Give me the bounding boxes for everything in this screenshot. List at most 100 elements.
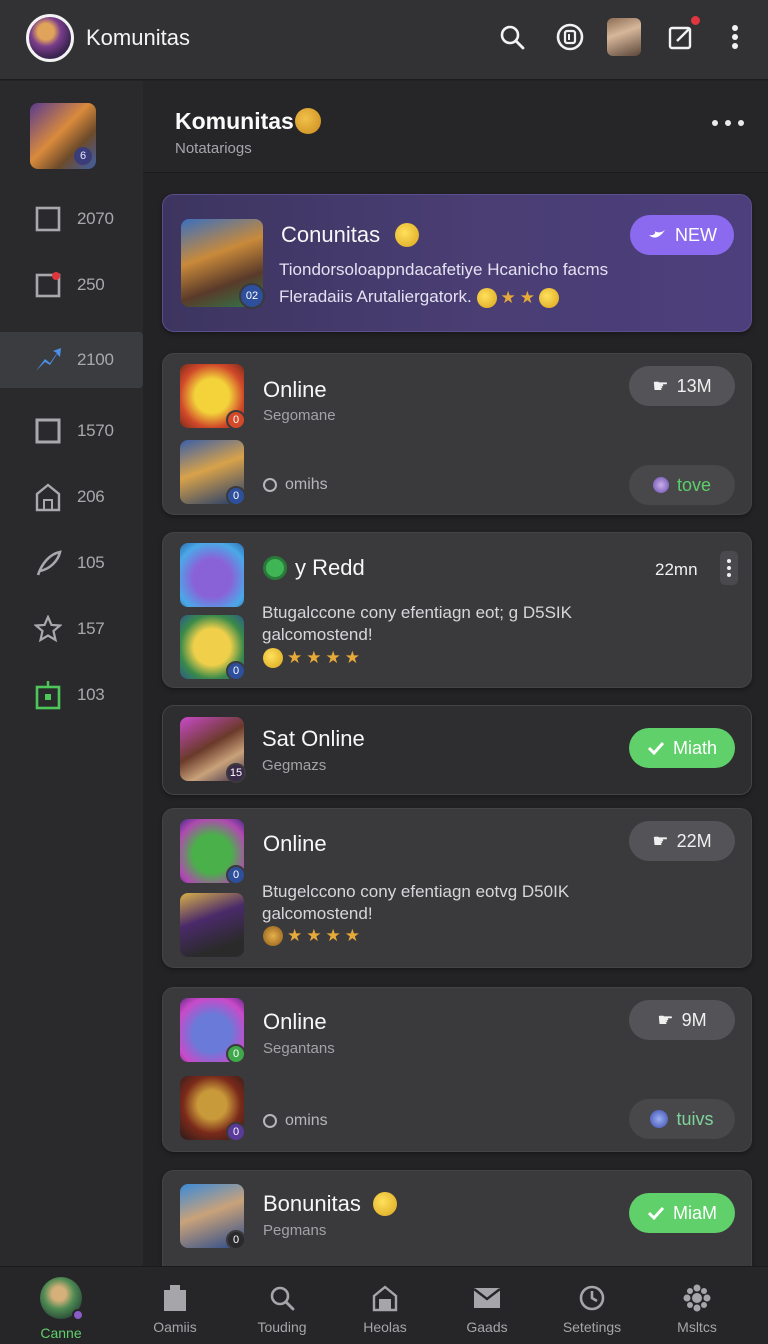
mini-avatar-icon	[652, 477, 669, 493]
rating-stars: ★ ★ ★ ★	[263, 926, 360, 946]
card-thumbnail: 0	[180, 819, 246, 885]
page-title: Komunitas	[175, 108, 294, 134]
nav-label: Heolas	[363, 1319, 407, 1335]
thumb-badge: 0	[226, 486, 246, 506]
card-title: Sat Online	[262, 726, 365, 751]
action-pill[interactable]: tuivs	[629, 1099, 735, 1139]
status-icon	[263, 478, 277, 492]
house-icon	[31, 480, 65, 514]
nav-label: Oamiis	[153, 1319, 197, 1335]
more-vert-icon[interactable]	[720, 20, 750, 54]
compose-icon[interactable]	[666, 14, 702, 54]
card-body-line2: galcomostend!	[262, 625, 373, 644]
search-icon[interactable]	[497, 20, 527, 54]
rail-item-1[interactable]: 2070	[0, 191, 143, 247]
card-title: Bonunitas	[263, 1191, 361, 1216]
post-time: 22mn	[655, 560, 698, 579]
card-thumbnail: 02	[181, 219, 265, 309]
community-card[interactable]: 0 Online ☛ 22M Btugelccono cony efentiagn…	[162, 808, 752, 968]
nav-item-settings[interactable]: Setetings	[540, 1283, 644, 1343]
thumb-badge: 0	[226, 865, 246, 885]
card-menu-icon[interactable]	[720, 551, 738, 585]
discord-icon[interactable]	[555, 20, 585, 54]
rail-item-7[interactable]: 157	[0, 601, 143, 657]
notification-dot	[689, 14, 702, 27]
rail-count: 1570	[77, 421, 114, 440]
nav-item-more[interactable]: Msltcs	[645, 1283, 749, 1343]
rail-count: 2070	[77, 209, 114, 228]
thumb-badge: 0	[226, 1230, 246, 1250]
top-app-bar: Komunitas	[0, 0, 768, 80]
card-title: Conunitas	[281, 222, 381, 247]
card-thumbnail: 0	[180, 615, 246, 681]
card-text-line1: Tiondorsoloappndacafetiye Hcanicho facms	[279, 260, 609, 279]
rail-item-5[interactable]: 206	[0, 469, 143, 525]
rail-item-4[interactable]: 1570	[0, 403, 143, 459]
community-card[interactable]: 0 0 Online Segomane omihs ☛ 13M tove	[162, 353, 752, 515]
card-subtitle: Gegmazs	[262, 757, 327, 774]
mail-icon	[472, 1283, 502, 1313]
rail-item-3[interactable]: 2100	[0, 332, 143, 388]
nav-item-trending[interactable]: Touding	[230, 1283, 334, 1343]
clipboard-icon	[160, 1283, 190, 1313]
rail-count: 157	[77, 619, 105, 638]
emoji-icon	[395, 223, 419, 247]
card-body-line1: Btugelccono cony efentiagn eotvg D50IK	[262, 882, 570, 901]
profile-avatar-icon	[40, 1277, 84, 1321]
community-card[interactable]: 15 Sat Online Gegmazs Miath	[162, 705, 752, 795]
card-body-line2: galcomostend!	[262, 904, 373, 923]
community-card[interactable]: 0 Bonunitas Pegmans MiaM	[162, 1170, 752, 1266]
card-thumbnail: 0	[180, 1184, 246, 1250]
more-horiz-icon[interactable]	[712, 111, 744, 135]
card-subtitle: Segomane	[263, 407, 336, 424]
rail-game-avatar[interactable]: 6	[30, 103, 96, 169]
card-title: Online	[263, 831, 327, 856]
thumb-badge: 02	[239, 283, 265, 309]
user-avatar[interactable]	[607, 18, 641, 56]
featured-community-card[interactable]: 02 Conunitas Tiondorsoloappndacafetiye H…	[162, 194, 752, 332]
card-text-line2: Fleradaiis Arutaliergatork. ★ ★	[279, 286, 559, 309]
rail-count: 105	[77, 553, 105, 572]
card-subtitle: Segantans	[263, 1040, 335, 1057]
gear-icon	[682, 1283, 712, 1313]
check-icon	[647, 1206, 665, 1220]
card-thumbnail	[180, 543, 244, 607]
action-pill[interactable]: tove	[629, 465, 735, 505]
bird-icon	[649, 230, 665, 238]
app-avatar[interactable]	[26, 14, 74, 62]
new-badge-button[interactable]: NEW	[630, 215, 734, 255]
rail-avatar-badge: 6	[74, 147, 92, 165]
thumb-badge: 0	[226, 410, 246, 430]
notification-square-icon	[31, 268, 65, 302]
nav-item-heolas[interactable]: Heolas	[333, 1283, 437, 1343]
card-thumbnail: 0	[180, 440, 246, 506]
rail-item-6[interactable]: 105	[0, 535, 143, 591]
nav-label: Msltcs	[677, 1319, 717, 1335]
nav-item-home[interactable]: Canne	[9, 1277, 113, 1343]
thumb-badge: 0	[226, 1044, 246, 1064]
count-pill[interactable]: ☛ 22M	[629, 821, 735, 861]
card-title: y Redd	[295, 555, 365, 580]
rating-stars: ★ ★ ★ ★	[263, 648, 360, 668]
nav-item-games[interactable]: Oamiis	[123, 1283, 227, 1343]
emoji-icon	[373, 1192, 397, 1216]
page-subtitle: Notatariogs	[175, 140, 252, 157]
rail-item-2[interactable]: 250	[0, 257, 143, 313]
action-pill[interactable]: MiaM	[629, 1193, 735, 1233]
community-card[interactable]: 0 y Redd 22mn Btugalccone cony efentiagn…	[162, 532, 752, 688]
count-pill[interactable]: ☛ 13M	[629, 366, 735, 406]
online-status-icon	[263, 556, 287, 580]
count-pill[interactable]: ☛ 9M	[629, 1000, 735, 1040]
thumbs-icon: ☛	[652, 375, 669, 396]
check-icon	[647, 741, 665, 755]
community-card[interactable]: 0 0 Online Segantans omins ☛ 9M tuivs	[162, 987, 752, 1152]
rail-count: 206	[77, 487, 105, 506]
nav-item-gaads[interactable]: Gaads	[435, 1283, 539, 1343]
thumb-badge: 15	[226, 763, 246, 783]
nav-label: Gaads	[466, 1319, 508, 1335]
action-pill[interactable]: Miath	[629, 728, 735, 768]
card-meta: omihs	[263, 476, 328, 494]
rail-item-8[interactable]: 103	[0, 667, 143, 723]
card-title: Online	[263, 377, 327, 402]
card-title: Online	[263, 1009, 327, 1034]
